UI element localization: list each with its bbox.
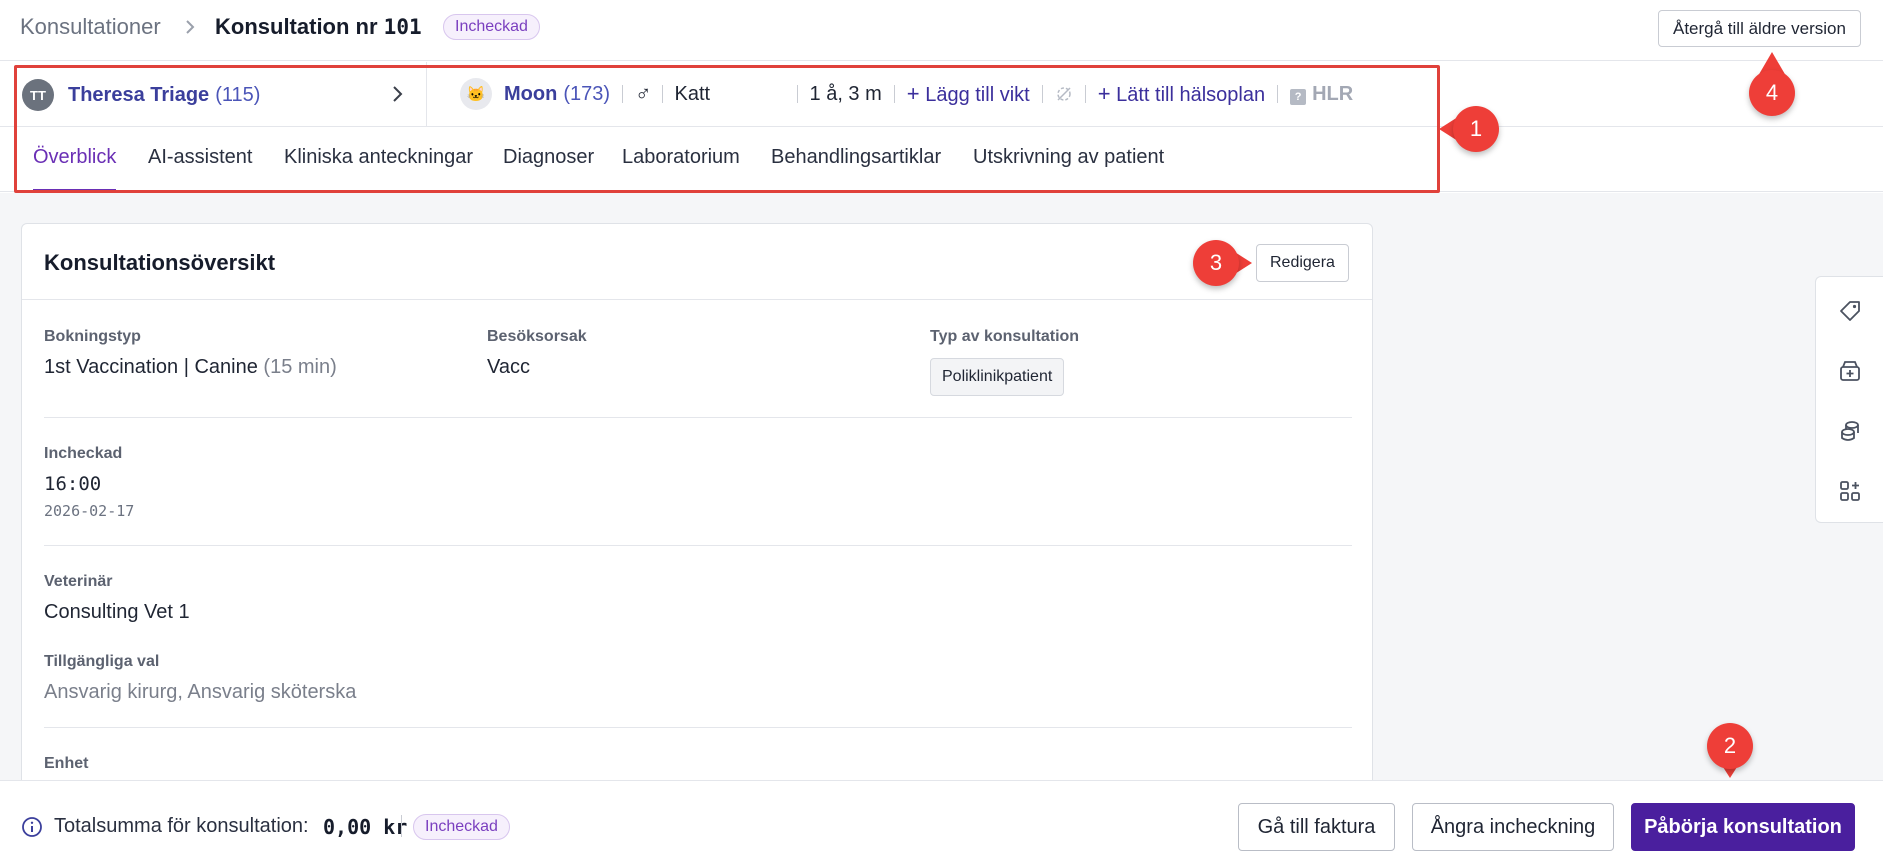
divider (44, 417, 1352, 418)
status-badge: Incheckad (443, 14, 540, 40)
owner-info[interactable]: TT Theresa Triage (115) (22, 78, 260, 112)
unit-label: Enhet (44, 755, 89, 772)
vet-label: Veterinär (44, 573, 113, 590)
pregnancy-disabled-icon (1056, 87, 1071, 101)
tab-utskrivning[interactable]: Utskrivning av patient (973, 146, 1164, 192)
side-action-panel (1815, 276, 1883, 523)
card-title: Konsultationsöversikt (44, 250, 276, 275)
avatar: TT (22, 79, 54, 111)
divider (1084, 85, 1086, 103)
tab-overblick[interactable]: Överblick (33, 146, 117, 192)
add-weight-label: Lägg till vikt (925, 84, 1030, 106)
start-consultation-button[interactable]: Påbörja konsultation (1631, 803, 1855, 851)
add-health-plan-label: Lätt till hälsoplan (1116, 84, 1266, 106)
booking-duration: (15 min) (263, 356, 337, 378)
info-icon (22, 817, 42, 837)
divider (426, 62, 427, 126)
annotation-marker-4: 4 (1749, 70, 1795, 116)
owner-name[interactable]: Theresa Triage (68, 84, 209, 107)
age: 1 å, 3 m (809, 82, 882, 105)
chevron-right-icon[interactable] (390, 84, 406, 104)
divider (893, 85, 895, 103)
coins-icon[interactable] (1838, 419, 1862, 443)
footer-status-badge: Incheckad (413, 814, 510, 840)
pet-id: (173) (563, 82, 611, 105)
species: Katt (674, 82, 711, 105)
divider (44, 545, 1352, 546)
add-weight-link[interactable]: + Lägg till vikt (907, 81, 1030, 107)
hlr-indicator: ? HLR (1290, 83, 1353, 106)
go-to-invoice-button[interactable]: Gå till faktura (1238, 803, 1395, 851)
tab-diagnoser[interactable]: Diagnoser (503, 146, 594, 192)
tab-bar: Överblick AI-assistent Kliniska anteckni… (0, 128, 1883, 192)
booking-type-value: 1st Vaccination | Canine (15 min) (44, 356, 337, 379)
archive-add-icon[interactable] (1838, 359, 1862, 383)
divider (44, 727, 1352, 728)
tab-laboratorium[interactable]: Laboratorium (622, 146, 740, 192)
visit-reason-value: Vacc (487, 356, 530, 378)
available-options-value: Ansvarig kirurg, Ansvarig sköterska (44, 681, 357, 703)
consultation-type-chip: Poliklinikpatient (930, 358, 1065, 396)
add-health-plan-link[interactable]: + Lätt till hälsoplan (1098, 81, 1265, 107)
page-title-number: 101 (383, 15, 422, 39)
cat-icon: 🐱 (460, 78, 492, 110)
patient-bar: TT Theresa Triage (115) 🐱 Moon (173) ♂ K… (0, 62, 1883, 127)
divider (1277, 85, 1279, 103)
booking-type-text: 1st Vaccination | Canine (44, 356, 258, 378)
hlr-label: HLR (1312, 82, 1354, 105)
consultation-type-label: Typ av konsultation (930, 328, 1080, 345)
consultation-overview-card: Konsultationsöversikt Redigera Bokningst… (21, 223, 1373, 823)
divider (661, 85, 663, 103)
edit-button[interactable]: Redigera (1256, 244, 1349, 282)
divider (1041, 85, 1043, 103)
undo-checkin-button[interactable]: Ångra incheckning (1412, 803, 1614, 851)
annotation-marker-2: 2 (1707, 723, 1753, 769)
divider (796, 85, 798, 103)
chevron-right-icon (186, 20, 195, 34)
male-icon: ♂ (635, 81, 652, 106)
card-header: Konsultationsöversikt Redigera (22, 224, 1372, 300)
question-icon: ? (1290, 88, 1307, 105)
divider (401, 815, 402, 837)
page-title-prefix: Konsultation nr (215, 14, 378, 39)
total-label: Totalsumma för konsultation: (54, 815, 309, 837)
pet-name[interactable]: Moon (504, 83, 557, 106)
booking-type-label: Bokningstyp (44, 328, 141, 345)
add-widget-icon[interactable] (1838, 479, 1862, 503)
tab-kliniska-anteckningar[interactable]: Kliniska anteckningar (284, 146, 473, 192)
visit-reason-label: Besöksorsak (487, 328, 587, 345)
total-amount: 0,00 kr (323, 815, 408, 839)
annotation-marker-1: 1 (1453, 106, 1499, 152)
breadcrumb-konsultationer[interactable]: Konsultationer (20, 14, 161, 40)
checked-in-date: 2026-02-17 (44, 502, 135, 520)
checked-in-time: 16:00 (44, 473, 102, 495)
owner-id: (115) (215, 83, 261, 106)
divider (622, 85, 624, 103)
page-title: Konsultation nr 101 (215, 14, 422, 40)
vet-value: Consulting Vet 1 (44, 601, 190, 623)
annotation-marker-3: 3 (1193, 240, 1239, 286)
pet-info: 🐱 Moon (173) ♂ Katt 1 å, 3 m + Lägg till… (460, 77, 1353, 111)
checked-in-label: Incheckad (44, 445, 123, 462)
top-bar: Konsultationer Konsultation nr 101 Inche… (0, 0, 1883, 61)
tag-icon[interactable] (1838, 299, 1862, 323)
plus-icon: + (1097, 81, 1111, 106)
tab-ai-assistent[interactable]: AI-assistent (148, 146, 252, 192)
plus-icon: + (906, 81, 920, 106)
available-options-label: Tillgängliga val (44, 653, 160, 670)
revert-older-version-button[interactable]: Återgå till äldre version (1658, 10, 1861, 47)
tab-behandlingsartiklar[interactable]: Behandlingsartiklar (771, 146, 941, 192)
